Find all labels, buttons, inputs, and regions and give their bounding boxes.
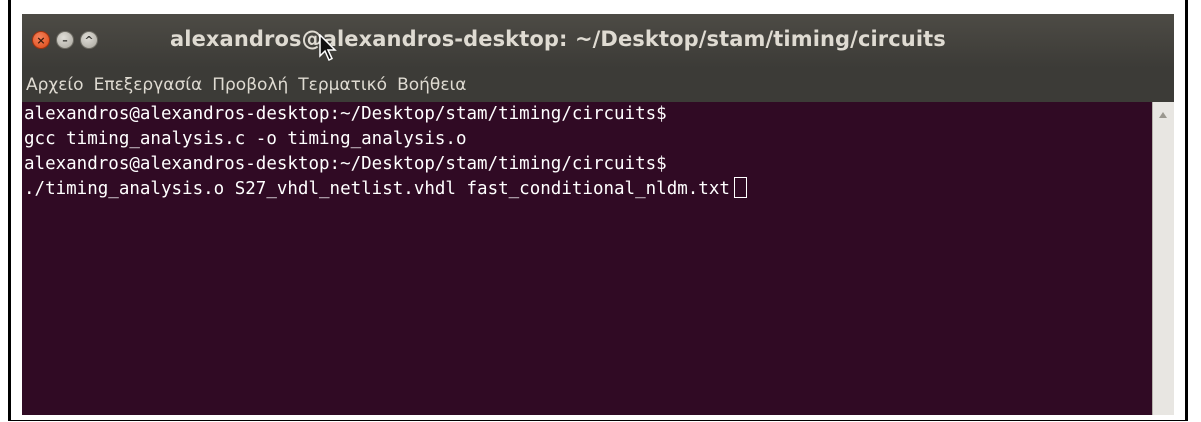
menu-bar: Αρχείο Επεξεργασία Προβολή Τερματικό Βοή… [22,68,1174,102]
menu-help[interactable]: Βοήθεια [397,75,466,95]
close-icon: × [36,33,46,47]
menu-file[interactable]: Αρχείο [26,75,84,95]
maximize-button[interactable]: ^ [80,31,98,49]
terminal-prompt-line: alexandros@alexandros-desktop:~/Desktop/… [24,104,667,124]
terminal-prompt-line: alexandros@alexandros-desktop:~/Desktop/… [24,154,667,174]
menu-terminal[interactable]: Τερματικό [298,75,387,95]
vertical-scrollbar[interactable] [1152,102,1174,415]
menu-edit[interactable]: Επεξεργασία [94,75,203,95]
terminal-window: × – ^ alexandros@alexandros-desktop: ~/D… [22,14,1174,415]
minimize-button[interactable]: – [56,31,74,49]
menu-view[interactable]: Προβολή [212,75,288,95]
title-bar[interactable]: × – ^ alexandros@alexandros-desktop: ~/D… [22,14,1174,68]
minimize-icon: – [62,33,68,47]
text-cursor [733,177,747,198]
terminal-command-line: ./timing_analysis.o S27_vhdl_netlist.vhd… [24,177,1152,202]
window-title: alexandros@alexandros-desktop: ~/Desktop… [170,27,946,51]
terminal-command-text: ./timing_analysis.o S27_vhdl_netlist.vhd… [24,179,730,199]
maximize-icon: ^ [84,33,94,47]
scroll-up-arrow-icon[interactable] [1159,112,1167,118]
mouse-pointer-icon [319,34,337,62]
close-button[interactable]: × [32,31,50,49]
terminal-output[interactable]: alexandros@alexandros-desktop:~/Desktop/… [22,102,1152,415]
terminal-command-line: gcc timing_analysis.c -o timing_analysis… [24,129,467,149]
